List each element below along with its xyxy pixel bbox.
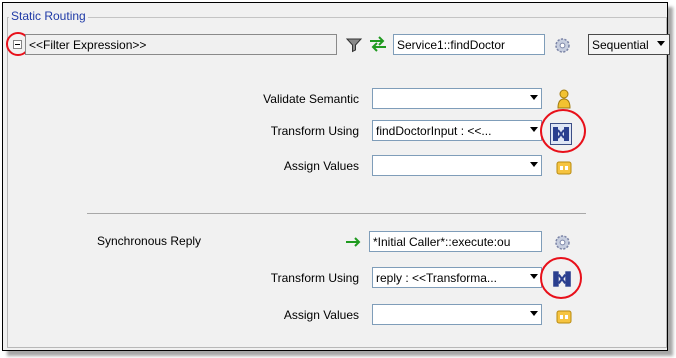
validate-semantic-select[interactable] [372, 88, 542, 109]
assign-values-icon[interactable] [556, 309, 572, 325]
chevron-down-icon [530, 127, 538, 132]
request-transform-select[interactable]: findDoctorInput : <<... [372, 120, 542, 141]
request-assign-values-select[interactable] [372, 155, 542, 176]
chevron-down-icon [530, 162, 538, 167]
filter-funnel-icon[interactable] [345, 37, 363, 53]
transform-using-label: Transform Using [270, 124, 359, 138]
reply-transform-select[interactable]: reply : <<Transforma... [372, 267, 542, 288]
swap-arrows-icon [370, 36, 386, 52]
chevron-down-icon [530, 311, 538, 316]
assign-values-label: Assign Values [283, 159, 359, 173]
chevron-down-icon [657, 41, 665, 46]
reply-target-text: *Initial Caller*::execute:ou [373, 234, 511, 249]
reply-assign-values-select[interactable] [372, 304, 542, 325]
section-divider [87, 213, 586, 214]
filter-expression-text: <<Filter Expression>> [29, 37, 147, 52]
xslt-map-icon [553, 127, 569, 141]
execution-mode-value: Sequential [592, 37, 649, 52]
synchronous-reply-label: Synchronous Reply [97, 234, 202, 248]
assign-values-icon[interactable] [556, 160, 572, 176]
static-routing-legend: Static Routing [9, 9, 88, 23]
static-routing-panel: Static Routing <<Filter Expression>> Ser… [2, 2, 670, 351]
collapse-icon[interactable] [13, 40, 22, 49]
request-transform-map-button[interactable] [550, 123, 572, 145]
gear-icon[interactable] [554, 37, 571, 54]
validate-person-icon[interactable] [556, 88, 572, 110]
xslt-map-icon [553, 271, 571, 287]
request-transform-value: findDoctorInput : <<... [376, 123, 492, 138]
reply-target-field[interactable]: *Initial Caller*::execute:ou [369, 231, 542, 252]
reply-assign-values-label: Assign Values [283, 308, 359, 322]
reply-transform-using-label: Transform Using [270, 271, 359, 285]
execution-mode-select[interactable]: Sequential [588, 34, 670, 55]
service-operation-field[interactable]: Service1::findDoctor [393, 34, 545, 55]
gear-icon[interactable] [554, 234, 571, 251]
chevron-down-icon [530, 274, 538, 279]
filter-expression-field[interactable]: <<Filter Expression>> [25, 34, 337, 55]
reply-transform-map-button[interactable] [551, 268, 573, 290]
validate-semantic-label: Validate Semantic [263, 92, 359, 106]
service-operation-text: Service1::findDoctor [397, 37, 506, 52]
reply-arrow-icon [346, 237, 361, 247]
routing-group-box [7, 17, 667, 348]
chevron-down-icon [530, 95, 538, 100]
reply-transform-value: reply : <<Transforma... [376, 270, 497, 285]
